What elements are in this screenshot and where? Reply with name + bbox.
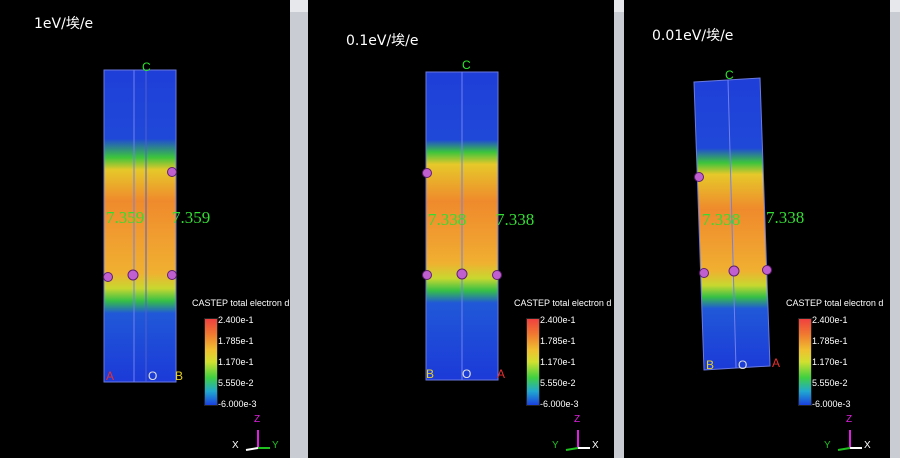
triad-x: X bbox=[232, 440, 239, 451]
triad-z: Z bbox=[254, 414, 261, 425]
axis-label-o: O bbox=[738, 358, 748, 372]
panel-divider[interactable] bbox=[614, 0, 624, 458]
triad-x: X bbox=[864, 440, 871, 451]
axis-label-a: A bbox=[772, 356, 781, 370]
axis-label-b: B bbox=[706, 358, 715, 372]
legend-tick: 1.785e-1 bbox=[812, 336, 848, 346]
panel-title: 0.1eV/埃/e bbox=[346, 33, 419, 49]
triad-x: X bbox=[592, 440, 599, 451]
axis-label-o: O bbox=[148, 369, 158, 383]
viewer-panel-2[interactable]: 0.1eV/埃/e C B O A 7.338 7.338 CASTEP tot… bbox=[308, 0, 614, 458]
legend-tick: -6.000e-3 bbox=[540, 399, 579, 409]
bond-distance-right: 7.338 bbox=[766, 208, 805, 227]
axis-triad: Z Y X bbox=[548, 412, 608, 452]
axis-label-b: B bbox=[175, 369, 184, 383]
color-legend: CASTEP total electron d 2.400e-1 1.785e-… bbox=[514, 298, 614, 418]
bond-distance-left: 7.338 bbox=[702, 210, 741, 229]
legend-tick: 1.785e-1 bbox=[218, 336, 254, 346]
color-legend: CASTEP total electron d 2.400e-1 1.785e-… bbox=[786, 298, 890, 418]
legend-colorbar bbox=[526, 318, 540, 406]
legend-tick: 1.170e-1 bbox=[540, 357, 576, 367]
axis-label-c: C bbox=[142, 60, 151, 74]
triad-z: Z bbox=[846, 414, 853, 425]
panel-title: 0.01eV/埃/e bbox=[652, 28, 734, 44]
viewer-panel-3[interactable]: 0.01eV/埃/e C B O A 7.338 7.338 CASTEP to… bbox=[624, 0, 890, 458]
axis-label-a: A bbox=[497, 367, 506, 381]
legend-title: CASTEP total electron d bbox=[514, 298, 612, 308]
bond-distance-left: 7.338 bbox=[428, 210, 467, 229]
panel-divider[interactable] bbox=[890, 0, 900, 458]
triad-y: Y bbox=[824, 440, 831, 451]
app-root: 1eV/埃/e C A O B 7.359 7.359 CASTEP total… bbox=[0, 0, 900, 458]
panel-title: 1eV/埃/e bbox=[34, 16, 94, 32]
legend-colorbar bbox=[204, 318, 218, 406]
bond-distance-right: 7.338 bbox=[496, 210, 535, 229]
panel-divider[interactable] bbox=[290, 0, 308, 458]
axis-label-o: O bbox=[462, 367, 472, 381]
legend-tick: 1.170e-1 bbox=[218, 357, 254, 367]
axis-triad: Z X Y bbox=[228, 412, 288, 452]
legend-title: CASTEP total electron d bbox=[192, 298, 290, 308]
axis-label-c: C bbox=[462, 58, 471, 72]
legend-tick: 5.550e-2 bbox=[218, 378, 254, 388]
legend-tick: 1.785e-1 bbox=[540, 336, 576, 346]
axis-label-a: A bbox=[106, 369, 115, 383]
legend-tick: -6.000e-3 bbox=[812, 399, 851, 409]
triad-z: Z bbox=[574, 414, 581, 425]
bond-distance-right: 7.359 bbox=[172, 208, 211, 227]
legend-tick: 5.550e-2 bbox=[540, 378, 576, 388]
bond-distance-left: 7.359 bbox=[106, 208, 145, 227]
legend-tick: 2.400e-1 bbox=[540, 315, 576, 325]
legend-colorbar bbox=[798, 318, 812, 406]
legend-tick: -6.000e-3 bbox=[218, 399, 257, 409]
triad-y: Y bbox=[552, 440, 559, 451]
axis-label-b: B bbox=[426, 367, 435, 381]
legend-title: CASTEP total electron d bbox=[786, 298, 884, 308]
axis-label-c: C bbox=[725, 68, 734, 82]
viewer-panel-1[interactable]: 1eV/埃/e C A O B 7.359 7.359 CASTEP total… bbox=[0, 0, 290, 458]
axis-triad: Z Y X bbox=[820, 412, 880, 452]
legend-tick: 5.550e-2 bbox=[812, 378, 848, 388]
legend-tick: 1.170e-1 bbox=[812, 357, 848, 367]
legend-tick: 2.400e-1 bbox=[812, 315, 848, 325]
legend-tick: 2.400e-1 bbox=[218, 315, 254, 325]
triad-y: Y bbox=[272, 440, 279, 451]
color-legend: CASTEP total electron d 2.400e-1 1.785e-… bbox=[192, 298, 290, 418]
